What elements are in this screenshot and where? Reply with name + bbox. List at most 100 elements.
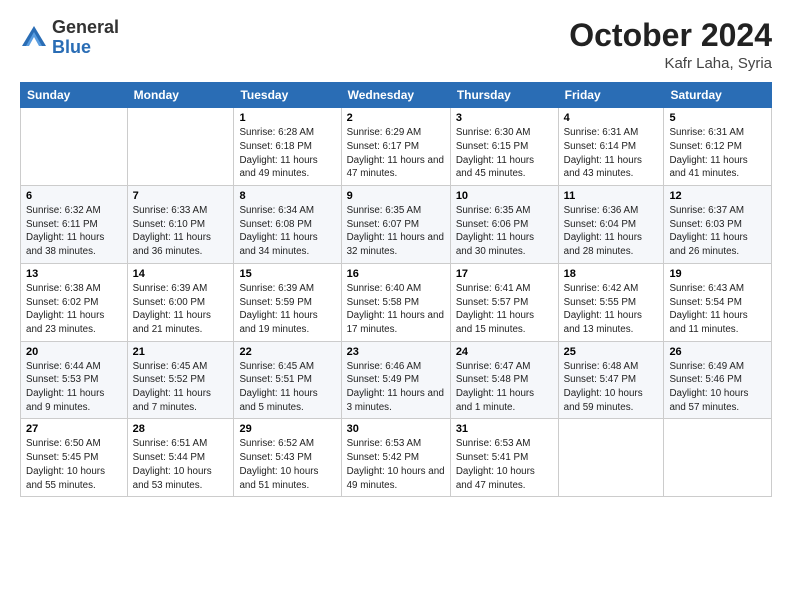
day-number: 8: [239, 190, 335, 202]
day-info: Sunrise: 6:44 AM Sunset: 5:53 PM Dayligh…: [26, 360, 122, 415]
day-cell: 31 Sunrise: 6:53 AM Sunset: 5:41 PM Dayli…: [450, 419, 558, 497]
day-info: Sunrise: 6:30 AM Sunset: 6:15 PM Dayligh…: [456, 126, 553, 181]
col-header-sunday: Sunday: [21, 83, 128, 108]
day-number: 22: [239, 346, 335, 358]
day-number: 3: [456, 112, 553, 124]
week-row-1: 1Sunrise: 6:28 AM Sunset: 6:18 PM Daylig…: [21, 108, 772, 186]
calendar-table: SundayMondayTuesdayWednesdayThursdayFrid…: [20, 82, 772, 497]
day-cell: 14Sunrise: 6:39 AM Sunset: 6:00 PM Dayli…: [127, 263, 234, 341]
day-number: 21: [133, 346, 229, 358]
logo-blue-text: Blue: [52, 38, 119, 58]
logo-icon: [20, 24, 48, 52]
day-number: 15: [239, 268, 335, 280]
day-info: Sunrise: 6:41 AM Sunset: 5:57 PM Dayligh…: [456, 282, 553, 337]
day-number: 12: [669, 190, 766, 202]
day-info: Sunrise: 6:45 AM Sunset: 5:52 PM Dayligh…: [133, 360, 229, 415]
day-cell: 11 Sunrise: 6:36 AM Sunset: 6:04 PM Dayli…: [558, 186, 664, 264]
day-cell: 13 Sunrise: 6:38 AM Sunset: 6:02 PM Dayli…: [21, 263, 128, 341]
day-cell: 2 Sunrise: 6:29 AM Sunset: 6:17 PM Daylig…: [341, 108, 450, 186]
col-header-monday: Monday: [127, 83, 234, 108]
logo: General Blue: [20, 18, 119, 58]
day-number: 19: [669, 268, 766, 280]
day-info: Sunrise: 6:40 AM Sunset: 5:58 PM Dayligh…: [347, 282, 445, 337]
location: Kafr Laha, Syria: [569, 55, 772, 72]
col-header-thursday: Thursday: [450, 83, 558, 108]
day-number: 25: [564, 346, 659, 358]
day-number: 4: [564, 112, 659, 124]
day-cell: 9 Sunrise: 6:35 AM Sunset: 6:07 PM Daylig…: [341, 186, 450, 264]
day-cell: 20 Sunrise: 6:44 AM Sunset: 5:53 PM Dayli…: [21, 341, 128, 419]
header: General Blue October 2024 Kafr Laha, Syr…: [20, 18, 772, 72]
day-cell: 12 Sunrise: 6:37 AM Sunset: 6:03 PM Dayli…: [664, 186, 772, 264]
day-info: Sunrise: 6:39 AM Sunset: 6:00 PM Dayligh…: [133, 282, 229, 337]
day-number: 27: [26, 423, 122, 435]
calendar-header-row: SundayMondayTuesdayWednesdayThursdayFrid…: [21, 83, 772, 108]
title-block: October 2024 Kafr Laha, Syria: [569, 18, 772, 72]
day-number: 11: [564, 190, 659, 202]
day-info: Sunrise: 6:45 AM Sunset: 5:51 PM Dayligh…: [239, 360, 335, 415]
day-cell: 23Sunrise: 6:46 AM Sunset: 5:49 PM Dayli…: [341, 341, 450, 419]
day-info: Sunrise: 6:47 AM Sunset: 5:48 PM Dayligh…: [456, 360, 553, 415]
day-info: Sunrise: 6:43 AM Sunset: 5:54 PM Dayligh…: [669, 282, 766, 337]
day-number: 29: [239, 423, 335, 435]
day-info: Sunrise: 6:52 AM Sunset: 5:43 PM Dayligh…: [239, 437, 335, 492]
day-info: Sunrise: 6:33 AM Sunset: 6:10 PM Dayligh…: [133, 204, 229, 259]
day-cell: 7 Sunrise: 6:33 AM Sunset: 6:10 PM Daylig…: [127, 186, 234, 264]
day-info: Sunrise: 6:34 AM Sunset: 6:08 PM Dayligh…: [239, 204, 335, 259]
day-number: 31: [456, 423, 553, 435]
day-info: Sunrise: 6:37 AM Sunset: 6:03 PM Dayligh…: [669, 204, 766, 259]
week-row-2: 6Sunrise: 6:32 AM Sunset: 6:11 PM Daylig…: [21, 186, 772, 264]
day-info: Sunrise: 6:31 AM Sunset: 6:14 PM Dayligh…: [564, 126, 659, 181]
col-header-wednesday: Wednesday: [341, 83, 450, 108]
day-info: Sunrise: 6:49 AM Sunset: 5:46 PM Dayligh…: [669, 360, 766, 415]
day-cell: 30Sunrise: 6:53 AM Sunset: 5:42 PM Dayli…: [341, 419, 450, 497]
day-cell: 5 Sunrise: 6:31 AM Sunset: 6:12 PM Daylig…: [664, 108, 772, 186]
day-cell: [558, 419, 664, 497]
day-info: Sunrise: 6:39 AM Sunset: 5:59 PM Dayligh…: [239, 282, 335, 337]
day-number: 18: [564, 268, 659, 280]
day-cell: 21 Sunrise: 6:45 AM Sunset: 5:52 PM Dayli…: [127, 341, 234, 419]
day-info: Sunrise: 6:28 AM Sunset: 6:18 PM Dayligh…: [239, 126, 335, 181]
day-number: 9: [347, 190, 445, 202]
day-info: Sunrise: 6:29 AM Sunset: 6:17 PM Dayligh…: [347, 126, 445, 181]
day-cell: 19 Sunrise: 6:43 AM Sunset: 5:54 PM Dayli…: [664, 263, 772, 341]
day-info: Sunrise: 6:48 AM Sunset: 5:47 PM Dayligh…: [564, 360, 659, 415]
day-cell: 29 Sunrise: 6:52 AM Sunset: 5:43 PM Dayli…: [234, 419, 341, 497]
day-cell: 28 Sunrise: 6:51 AM Sunset: 5:44 PM Dayli…: [127, 419, 234, 497]
day-cell: 3 Sunrise: 6:30 AM Sunset: 6:15 PM Daylig…: [450, 108, 558, 186]
week-row-3: 13 Sunrise: 6:38 AM Sunset: 6:02 PM Dayli…: [21, 263, 772, 341]
day-number: 23: [347, 346, 445, 358]
day-info: Sunrise: 6:36 AM Sunset: 6:04 PM Dayligh…: [564, 204, 659, 259]
day-cell: 22 Sunrise: 6:45 AM Sunset: 5:51 PM Dayli…: [234, 341, 341, 419]
day-number: 10: [456, 190, 553, 202]
day-number: 6: [26, 190, 122, 202]
week-row-5: 27 Sunrise: 6:50 AM Sunset: 5:45 PM Dayli…: [21, 419, 772, 497]
day-number: 2: [347, 112, 445, 124]
day-info: Sunrise: 6:42 AM Sunset: 5:55 PM Dayligh…: [564, 282, 659, 337]
day-cell: 18 Sunrise: 6:42 AM Sunset: 5:55 PM Dayli…: [558, 263, 664, 341]
day-info: Sunrise: 6:51 AM Sunset: 5:44 PM Dayligh…: [133, 437, 229, 492]
day-cell: 8 Sunrise: 6:34 AM Sunset: 6:08 PM Daylig…: [234, 186, 341, 264]
col-header-tuesday: Tuesday: [234, 83, 341, 108]
day-number: 13: [26, 268, 122, 280]
logo-general-text: General: [52, 18, 119, 38]
day-info: Sunrise: 6:35 AM Sunset: 6:07 PM Dayligh…: [347, 204, 445, 259]
day-cell: [664, 419, 772, 497]
day-cell: [127, 108, 234, 186]
day-cell: 6Sunrise: 6:32 AM Sunset: 6:11 PM Daylig…: [21, 186, 128, 264]
day-number: 17: [456, 268, 553, 280]
day-number: 5: [669, 112, 766, 124]
day-cell: 16 Sunrise: 6:40 AM Sunset: 5:58 PM Dayli…: [341, 263, 450, 341]
day-number: 28: [133, 423, 229, 435]
day-info: Sunrise: 6:50 AM Sunset: 5:45 PM Dayligh…: [26, 437, 122, 492]
day-info: Sunrise: 6:38 AM Sunset: 6:02 PM Dayligh…: [26, 282, 122, 337]
day-info: Sunrise: 6:31 AM Sunset: 6:12 PM Dayligh…: [669, 126, 766, 181]
day-number: 26: [669, 346, 766, 358]
day-info: Sunrise: 6:53 AM Sunset: 5:41 PM Dayligh…: [456, 437, 553, 492]
day-cell: [21, 108, 128, 186]
day-number: 20: [26, 346, 122, 358]
day-number: 16: [347, 268, 445, 280]
day-info: Sunrise: 6:35 AM Sunset: 6:06 PM Dayligh…: [456, 204, 553, 259]
col-header-saturday: Saturday: [664, 83, 772, 108]
day-number: 7: [133, 190, 229, 202]
